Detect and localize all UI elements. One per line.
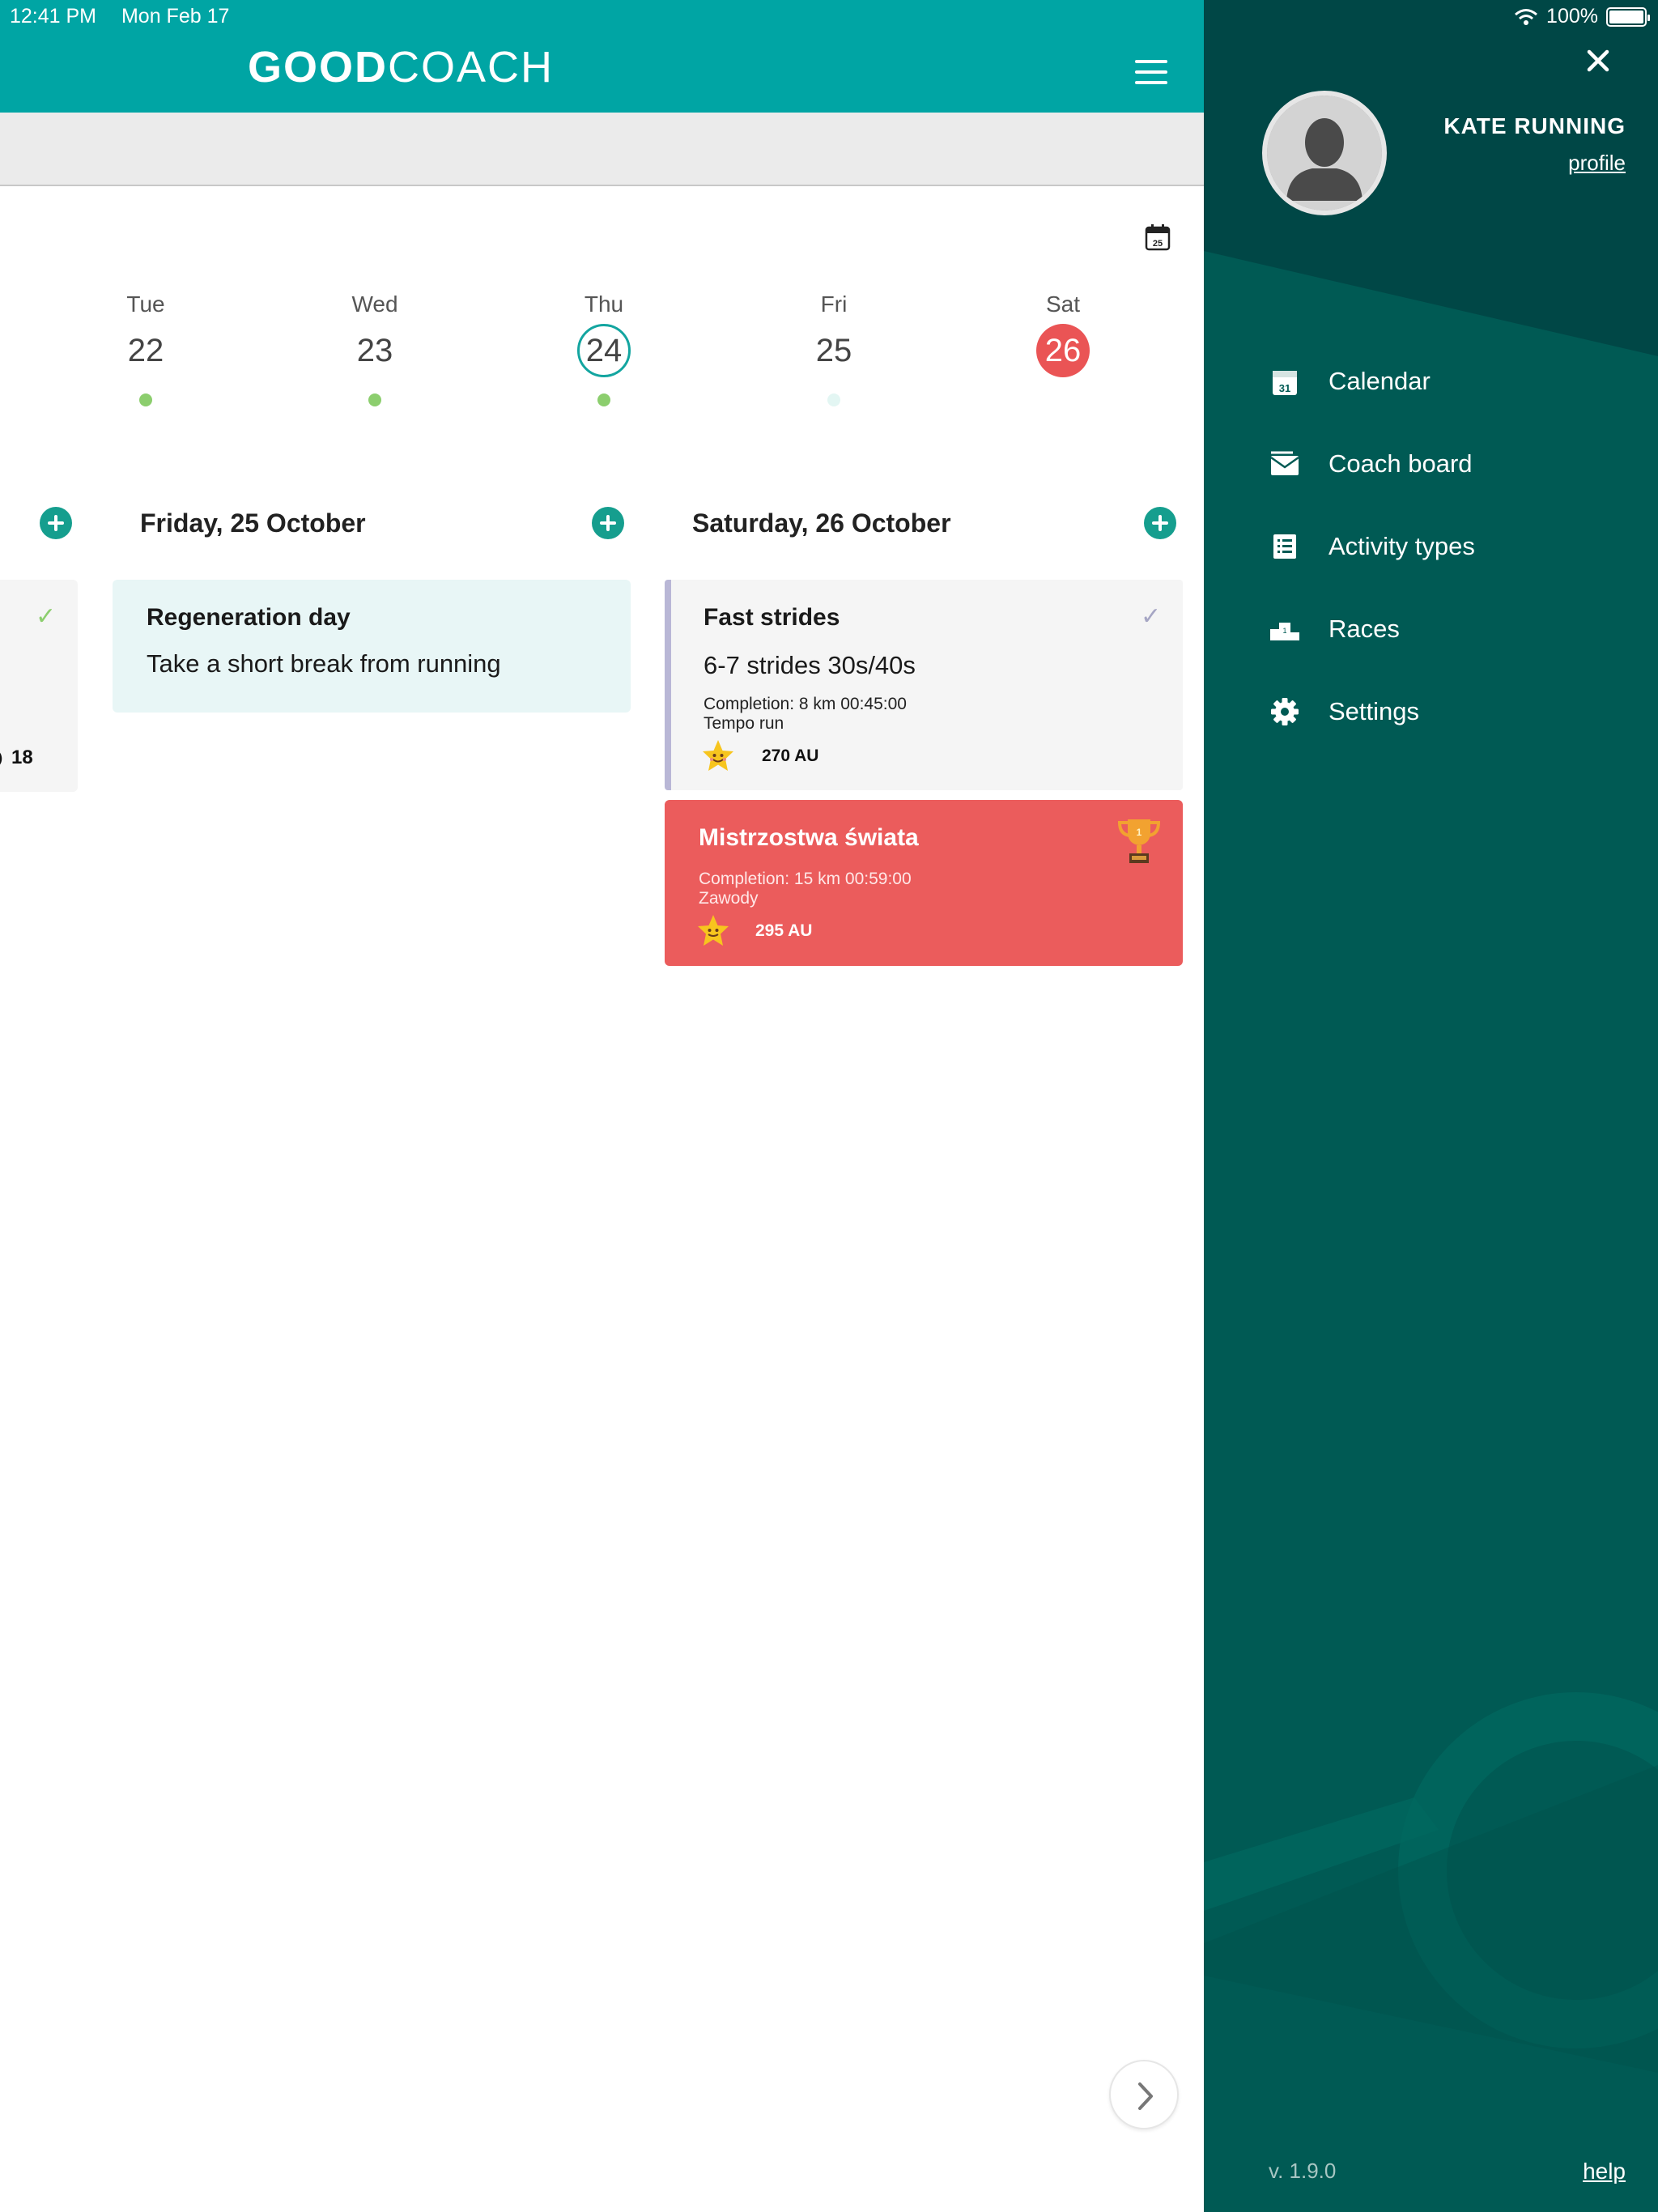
menu-label: Settings <box>1329 697 1420 725</box>
profile-link[interactable]: profile <box>1568 151 1626 176</box>
battery-percent: 100% <box>1546 5 1598 28</box>
menu-label: Races <box>1329 615 1400 643</box>
activity-dot <box>368 393 381 406</box>
menu-item-coach-board[interactable]: Coach board <box>1204 423 1658 505</box>
help-link[interactable]: help <box>1583 2159 1626 2184</box>
svg-text:1: 1 <box>1137 827 1142 838</box>
check-icon: ✓ <box>1141 603 1162 630</box>
trophy-icon: 1 <box>1117 819 1161 863</box>
battery-icon <box>1606 6 1650 27</box>
completion-text: Completion: 15 km 00:59:00 <box>699 870 912 888</box>
side-drawer: 100% KATE RUNNING profile 31 Calendar Co… <box>1204 0 1658 2212</box>
activity-dot <box>827 393 840 406</box>
day-number: 23 <box>356 333 393 368</box>
drawer-background <box>1204 0 1658 2073</box>
podium-icon: 1 <box>1270 623 1299 640</box>
envelope-icon <box>1270 451 1299 475</box>
status-bar-right: 100% <box>1514 5 1650 28</box>
card-description: 6-7 strides 30s/40s <box>704 651 916 679</box>
cookie-icon <box>0 752 2 765</box>
wifi-icon <box>1515 8 1538 25</box>
regeneration-card[interactable]: Regeneration day Take a short break from… <box>113 580 631 713</box>
avatar[interactable] <box>1262 91 1387 215</box>
menu-label: Activity types <box>1329 532 1475 560</box>
column-title-friday: Friday, 25 October <box>140 508 366 538</box>
day-name: Tue <box>126 291 165 317</box>
completion-text: Completion: 8 km 00:45:00 <box>704 695 907 713</box>
calendar-icon: 31 <box>1273 371 1297 395</box>
day-number-today: 24 <box>577 324 631 377</box>
load-value: 18 <box>11 747 33 768</box>
card-title: Fast strides <box>704 604 840 631</box>
svg-text:1: 1 <box>1282 627 1286 635</box>
calendar-screen: 12:41 PM Mon Feb 17 GOODCOACH 25 Tue 22 … <box>0 0 1204 2212</box>
list-icon <box>1273 534 1296 559</box>
app-header: 12:41 PM Mon Feb 17 GOODCOACH <box>0 0 1204 113</box>
app-version: v. 1.9.0 <box>1269 2159 1337 2183</box>
filter-bar <box>0 113 1204 186</box>
race-card[interactable]: Mistrzostwa świata 1 Completion: 15 km 0… <box>665 800 1183 966</box>
day-thu[interactable]: Thu 24 <box>555 291 653 406</box>
day-name: Fri <box>820 291 848 317</box>
add-activity-button[interactable] <box>1144 507 1176 539</box>
svg-text:31: 31 <box>1279 382 1290 394</box>
training-load: 295 AU <box>755 921 813 940</box>
card-description: Take a short break from running <box>147 649 501 678</box>
activity-dot <box>597 393 610 406</box>
logo-bold: GOOD <box>248 43 389 91</box>
day-number: 25 <box>815 333 852 368</box>
activity-type: Tempo run <box>704 714 784 733</box>
menu-label: Calendar <box>1329 367 1431 395</box>
menu-icon[interactable] <box>1135 60 1167 84</box>
status-bar-left: 12:41 PM Mon Feb 17 <box>10 5 249 28</box>
svg-text:25: 25 <box>1153 239 1163 249</box>
add-activity-button[interactable] <box>592 507 624 539</box>
activity-card[interactable]: ✓ 18 <box>0 580 78 792</box>
card-title: Mistrzostwa świata <box>699 824 919 851</box>
menu-item-races[interactable]: 1 Races <box>1204 588 1658 670</box>
menu-item-settings[interactable]: Settings <box>1204 670 1658 753</box>
menu-label: Coach board <box>1329 449 1473 478</box>
add-activity-button[interactable] <box>40 507 72 539</box>
card-title: Regeneration day <box>147 604 351 631</box>
gear-icon <box>1271 698 1299 725</box>
day-tue[interactable]: Tue 22 <box>97 291 194 406</box>
menu-item-activity-types[interactable]: Activity types <box>1204 505 1658 588</box>
status-time: 12:41 PM <box>10 5 97 28</box>
next-page-button[interactable] <box>1109 2060 1179 2129</box>
star-smiley-icon <box>703 740 733 771</box>
status-date: Mon Feb 17 <box>121 5 230 28</box>
day-sat[interactable]: Sat 26 <box>1014 291 1112 377</box>
calendar-picker-icon[interactable]: 25 <box>1145 223 1171 251</box>
chevron-right-icon <box>1138 2082 1153 2110</box>
day-number-selected: 26 <box>1036 324 1090 377</box>
drawer-menu: 31 Calendar Coach board Activity types 1… <box>1204 340 1658 753</box>
user-silhouette-icon <box>1267 96 1382 211</box>
day-name: Thu <box>584 291 624 317</box>
day-wed[interactable]: Wed 23 <box>326 291 423 406</box>
app-logo: GOODCOACH <box>248 45 554 89</box>
activity-type: Zawody <box>699 889 759 908</box>
star-smiley-icon <box>698 915 729 946</box>
logo-light: COACH <box>388 43 555 91</box>
day-name: Sat <box>1045 291 1081 317</box>
workout-card[interactable]: Fast strides ✓ 6-7 strides 30s/40s Compl… <box>665 580 1183 790</box>
user-name: KATE RUNNING <box>1443 113 1626 138</box>
close-icon[interactable] <box>1584 47 1612 74</box>
day-fri[interactable]: Fri 25 <box>785 291 882 406</box>
day-name: Wed <box>351 291 398 317</box>
week-strip: Tue 22 Wed 23 Thu 24 Fri 25 Sat 26 <box>0 291 1204 421</box>
menu-item-calendar[interactable]: 31 Calendar <box>1204 340 1658 423</box>
day-number: 22 <box>127 333 164 368</box>
column-title-saturday: Saturday, 26 October <box>692 508 951 538</box>
check-icon: ✓ <box>36 603 57 630</box>
activity-dot <box>139 393 152 406</box>
training-load: 270 AU <box>762 747 819 765</box>
